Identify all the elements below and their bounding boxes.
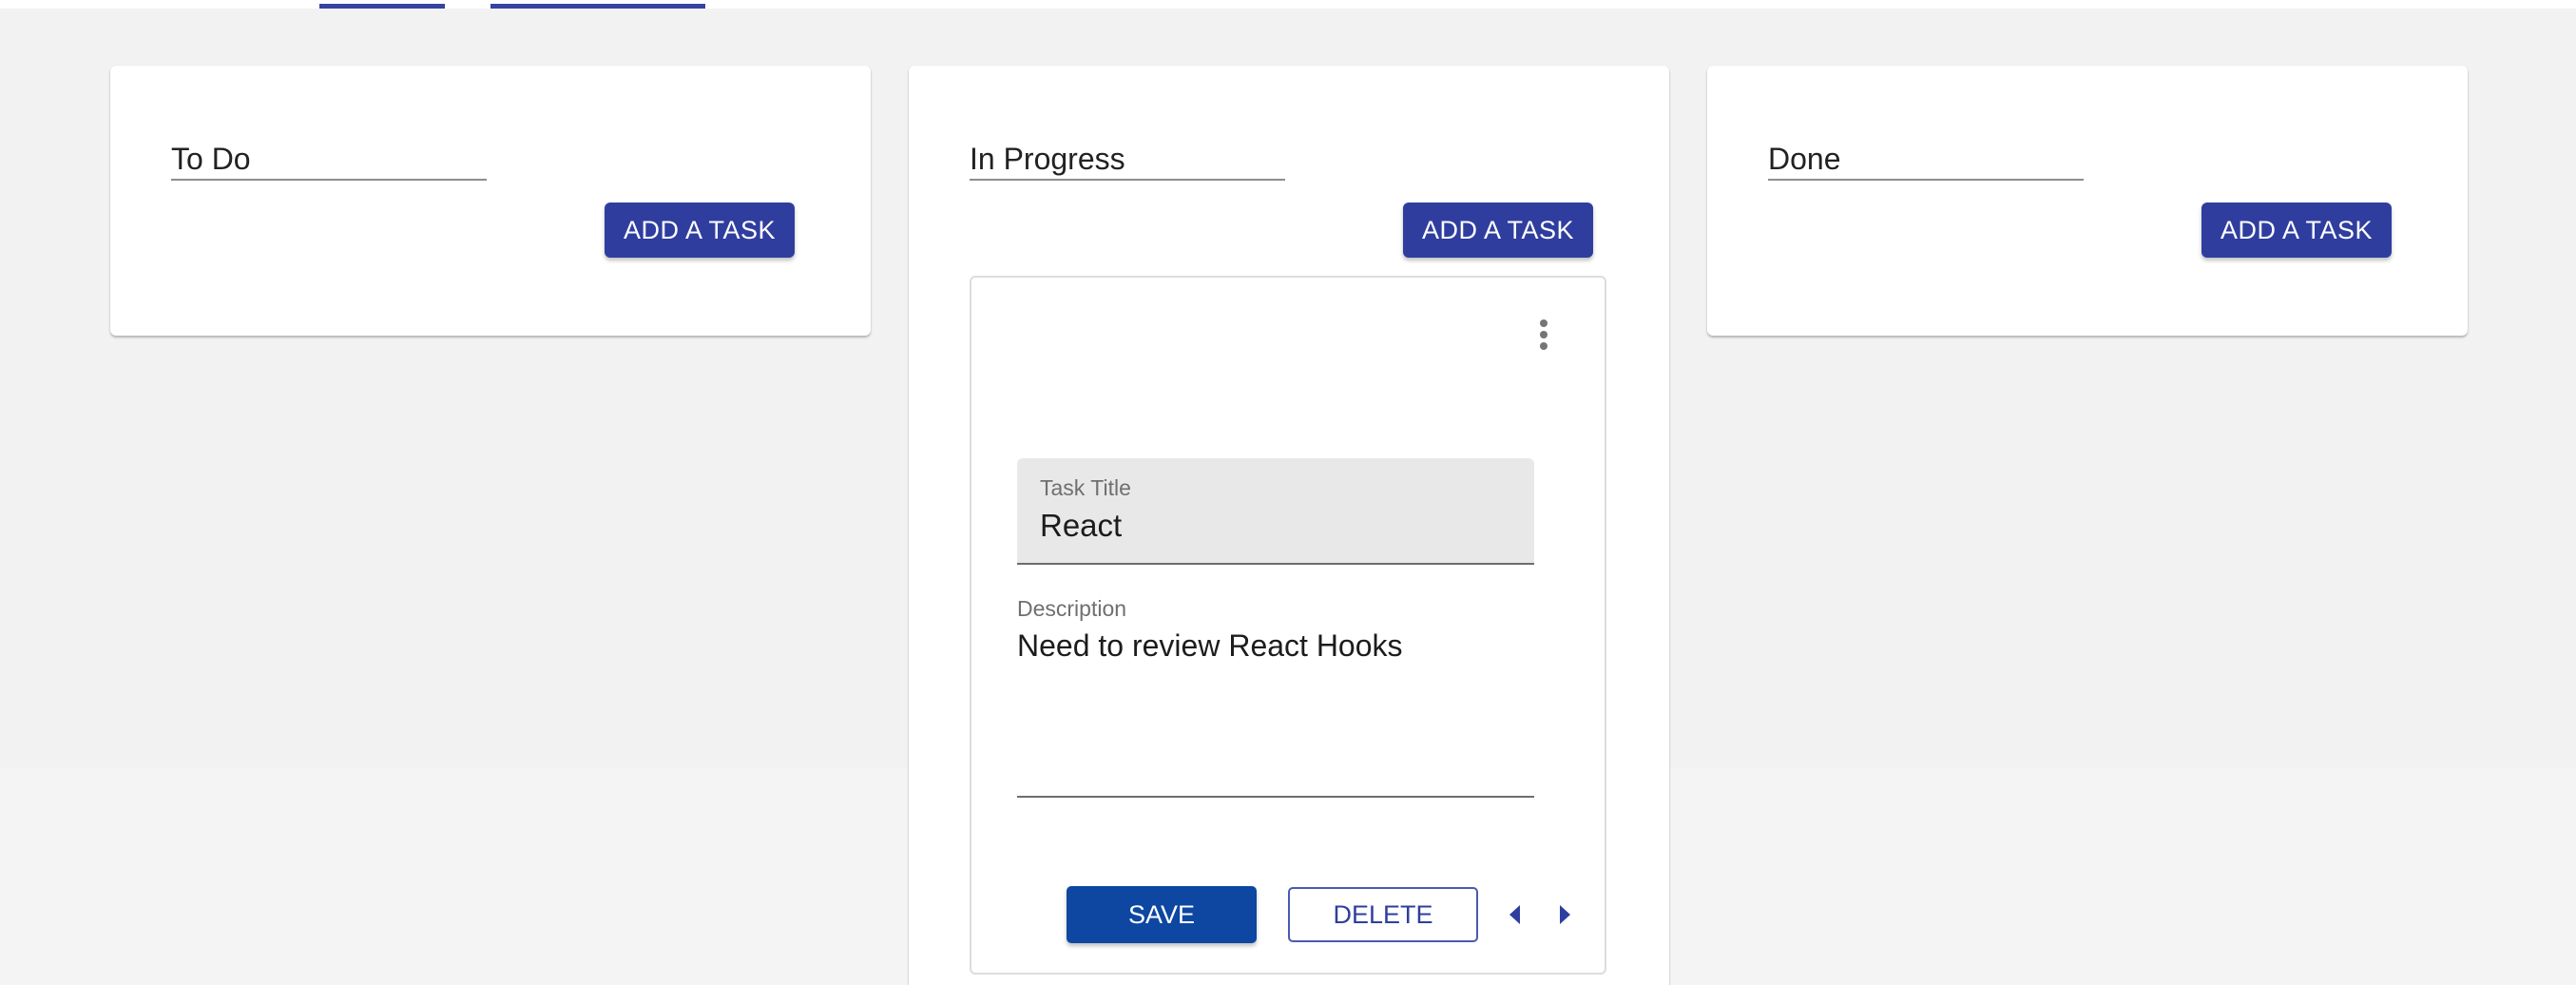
task-card: Task Title React Description Need to rev… — [970, 276, 1606, 975]
save-button[interactable]: SAVE — [1067, 886, 1257, 943]
delete-button[interactable]: DELETE — [1288, 887, 1478, 942]
more-vertical-icon[interactable] — [1536, 319, 1551, 357]
description-field[interactable]: Description Need to review React Hooks — [1017, 596, 1534, 798]
top-navigation-bar — [0, 0, 2576, 9]
description-input[interactable]: Need to review React Hooks — [1017, 628, 1403, 664]
column-title-in-progress[interactable]: In Progress — [970, 137, 1285, 181]
task-title-label: Task Title — [1040, 475, 1131, 500]
add-task-button-in-progress[interactable]: ADD A TASK — [1403, 203, 1593, 258]
add-task-button-todo[interactable]: ADD A TASK — [605, 203, 795, 258]
arrow-left-icon[interactable] — [1504, 903, 1527, 926]
task-title-input[interactable]: React — [1040, 508, 1122, 544]
column-done: Done ADD A TASK — [1707, 66, 2468, 336]
column-todo: To Do ADD A TASK — [110, 66, 871, 336]
kanban-page: To Do ADD A TASK In Progress ADD A TASK … — [0, 0, 2576, 985]
column-title-todo[interactable]: To Do — [171, 137, 487, 181]
task-title-field[interactable]: Task Title React — [1017, 458, 1534, 565]
description-label: Description — [1017, 596, 1127, 621]
column-title-done[interactable]: Done — [1768, 137, 2084, 181]
arrow-right-icon[interactable] — [1553, 903, 1576, 926]
add-task-button-done[interactable]: ADD A TASK — [2201, 203, 2392, 258]
